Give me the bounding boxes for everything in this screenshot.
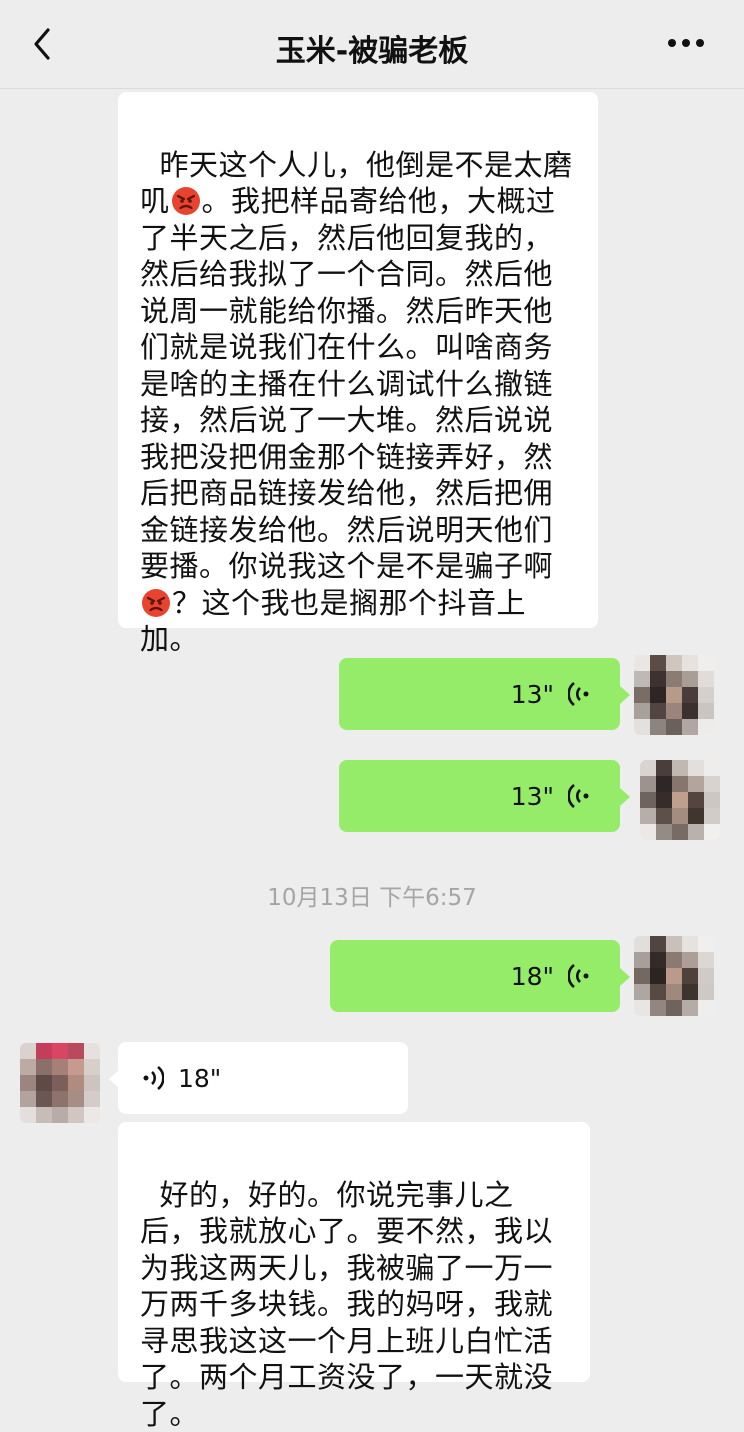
my-avatar[interactable] [634,655,714,735]
my-avatar[interactable] [640,760,720,840]
voice-duration: 18" [510,962,554,991]
bubble-tail [620,788,630,806]
outgoing-voice-message[interactable]: 13" [339,658,620,730]
message-text-part: 。我把样品寄给他，大概过了半天之后，然后他回复我的，然后给我拟了一个合同。然后他… [140,184,556,583]
voice-wave-icon [568,681,589,707]
outgoing-voice-message[interactable]: 13" [339,760,620,832]
outgoing-voice-message[interactable]: 18" [330,940,620,1012]
voice-wave-icon [143,1065,164,1091]
message-timestamp: 10月13日 下午6:57 [267,885,477,911]
chat-header: 玉米-被骗老板 [0,0,744,89]
angry-face-emoji [171,187,200,215]
angry-face-emoji [142,588,170,617]
voice-wave-icon [568,783,589,809]
contact-avatar[interactable] [20,1043,100,1123]
incoming-text-message[interactable]: 昨天这个人儿，他倒是不是太磨叽 。我把样品寄给他，大概过了半天之后，然后他回复我的… [118,92,598,656]
voice-wave-icon [568,963,589,989]
message-text: 好的，好的。你说完事儿之后，我就放心了。要不然，我以为我这两天儿，我被骗了一万一… [140,1177,554,1431]
voice-duration: 13" [510,680,554,709]
voice-duration: 18" [178,1064,222,1093]
chat-title: 玉米-被骗老板 [275,34,469,69]
more-dots-icon[interactable] [666,36,706,50]
incoming-voice-message[interactable]: 18" [118,1042,408,1114]
my-avatar[interactable] [634,936,714,1016]
voice-duration: 13" [510,782,554,811]
bubble-tail [620,686,630,704]
incoming-text-message[interactable]: 好的，好的。你说完事儿之后，我就放心了。要不然，我以为我这两天儿，我被骗了一万一… [118,1122,590,1431]
bubble-tail [620,968,630,986]
message-text-part: ？这个我也是搁那个抖音上加。 [140,585,527,657]
